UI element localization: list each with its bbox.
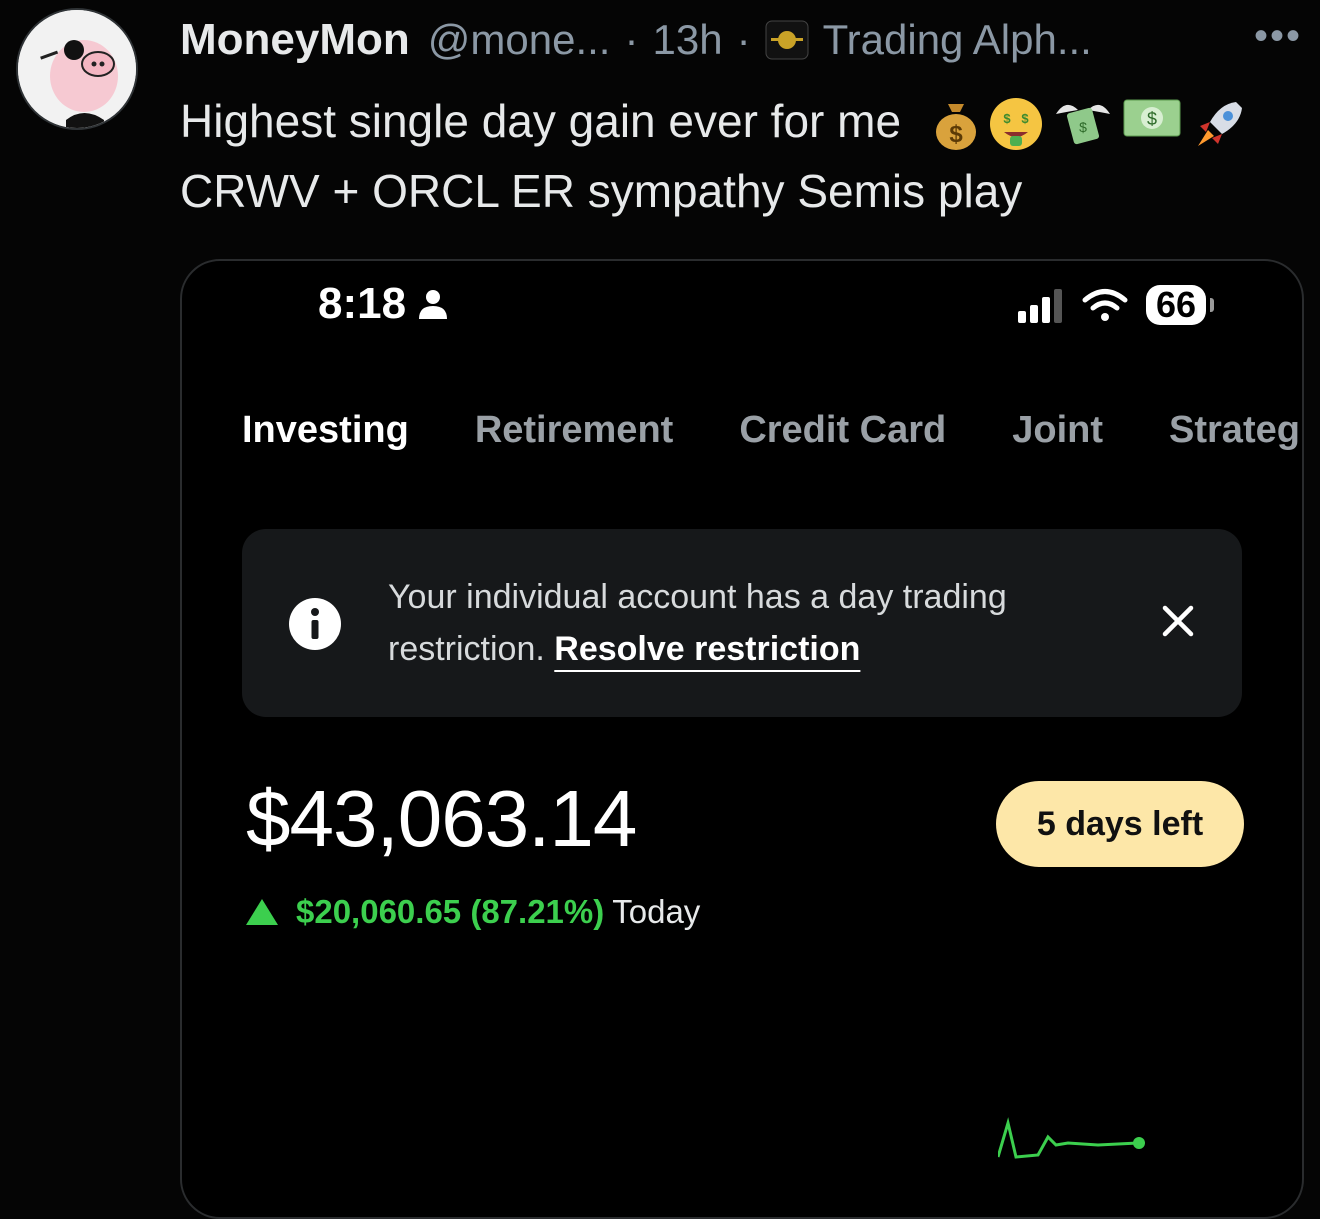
dollar-banknote-icon: $ [1123, 99, 1181, 137]
close-icon[interactable] [1160, 603, 1196, 639]
money-with-wings-icon: $ [1055, 104, 1110, 144]
tab-joint[interactable]: Joint [1012, 409, 1103, 452]
person-icon [419, 290, 448, 319]
days-left-badge[interactable]: 5 days left [996, 781, 1244, 867]
tab-investing[interactable]: Investing [242, 409, 409, 452]
money-mouth-face-icon: $ $ [989, 97, 1042, 150]
gain-amount: $20,060.65 (87.21%) [296, 893, 605, 930]
sparkline-chart [998, 1117, 1145, 1159]
daily-gain: $20,060.65 (87.21%) Today [246, 893, 700, 931]
tweet-text: Highest single day gain ever for me $ $ … [180, 86, 1300, 226]
svg-text:$: $ [1147, 109, 1157, 129]
author-avatar[interactable] [16, 8, 138, 130]
notice-message: Your individual account has a day tradin… [388, 571, 1068, 675]
tweet-time[interactable]: 13h [652, 16, 722, 64]
restriction-notice: Your individual account has a day tradin… [242, 529, 1242, 717]
separator-dot: · [624, 16, 639, 63]
tab-strategies[interactable]: Strategi [1169, 409, 1302, 452]
svg-text:$: $ [1021, 111, 1029, 126]
tweet-line-1: Highest single day gain ever for me $ $ … [180, 86, 1300, 156]
wifi-icon [1082, 289, 1128, 321]
emoji-group: $ $ $ $ $ [932, 96, 1248, 154]
account-balance: $43,063.14 [246, 774, 637, 863]
signal-icon [1017, 289, 1062, 323]
author-name[interactable]: MoneyMon [180, 15, 410, 65]
tweet-text-line-2: CRWV + ORCL ER sympathy Semis play [180, 165, 1023, 217]
more-options-icon[interactable]: ••• [1254, 16, 1302, 56]
tab-retirement[interactable]: Retirement [475, 409, 674, 452]
resolve-restriction-link[interactable]: Resolve restriction [554, 630, 860, 668]
rocket-icon [1197, 101, 1242, 146]
tab-credit-card[interactable]: Credit Card [739, 409, 946, 452]
up-arrow-icon [246, 899, 278, 925]
community-logo-icon [765, 20, 809, 60]
tweet-text-line-1: Highest single day gain ever for me [180, 95, 902, 147]
svg-text:$: $ [1003, 111, 1011, 126]
community-name[interactable]: Trading Alph... [823, 16, 1092, 64]
status-time: 8:18 [318, 279, 407, 328]
money-bag-icon: $ [935, 103, 976, 150]
status-bar-left: 8:18 [318, 279, 450, 329]
pig-avatar-icon [18, 10, 136, 128]
gain-period: Today [612, 893, 701, 930]
author-handle[interactable]: @mone... [428, 16, 611, 64]
tweet-media-image[interactable]: 8:18 66 Investing Retirement Credit Card… [180, 259, 1304, 1219]
separator-dot: · [736, 16, 751, 63]
battery-level: 66 [1145, 285, 1215, 325]
svg-text:$: $ [949, 121, 963, 148]
account-tabs: Investing Retirement Credit Card Joint S… [242, 409, 1302, 452]
tweet-header: MoneyMon @mone... · 13h · Trading Alph..… [180, 14, 1300, 66]
info-icon [289, 598, 341, 650]
svg-text:$: $ [1079, 119, 1087, 135]
status-bar-right: 66 [1017, 285, 1215, 325]
